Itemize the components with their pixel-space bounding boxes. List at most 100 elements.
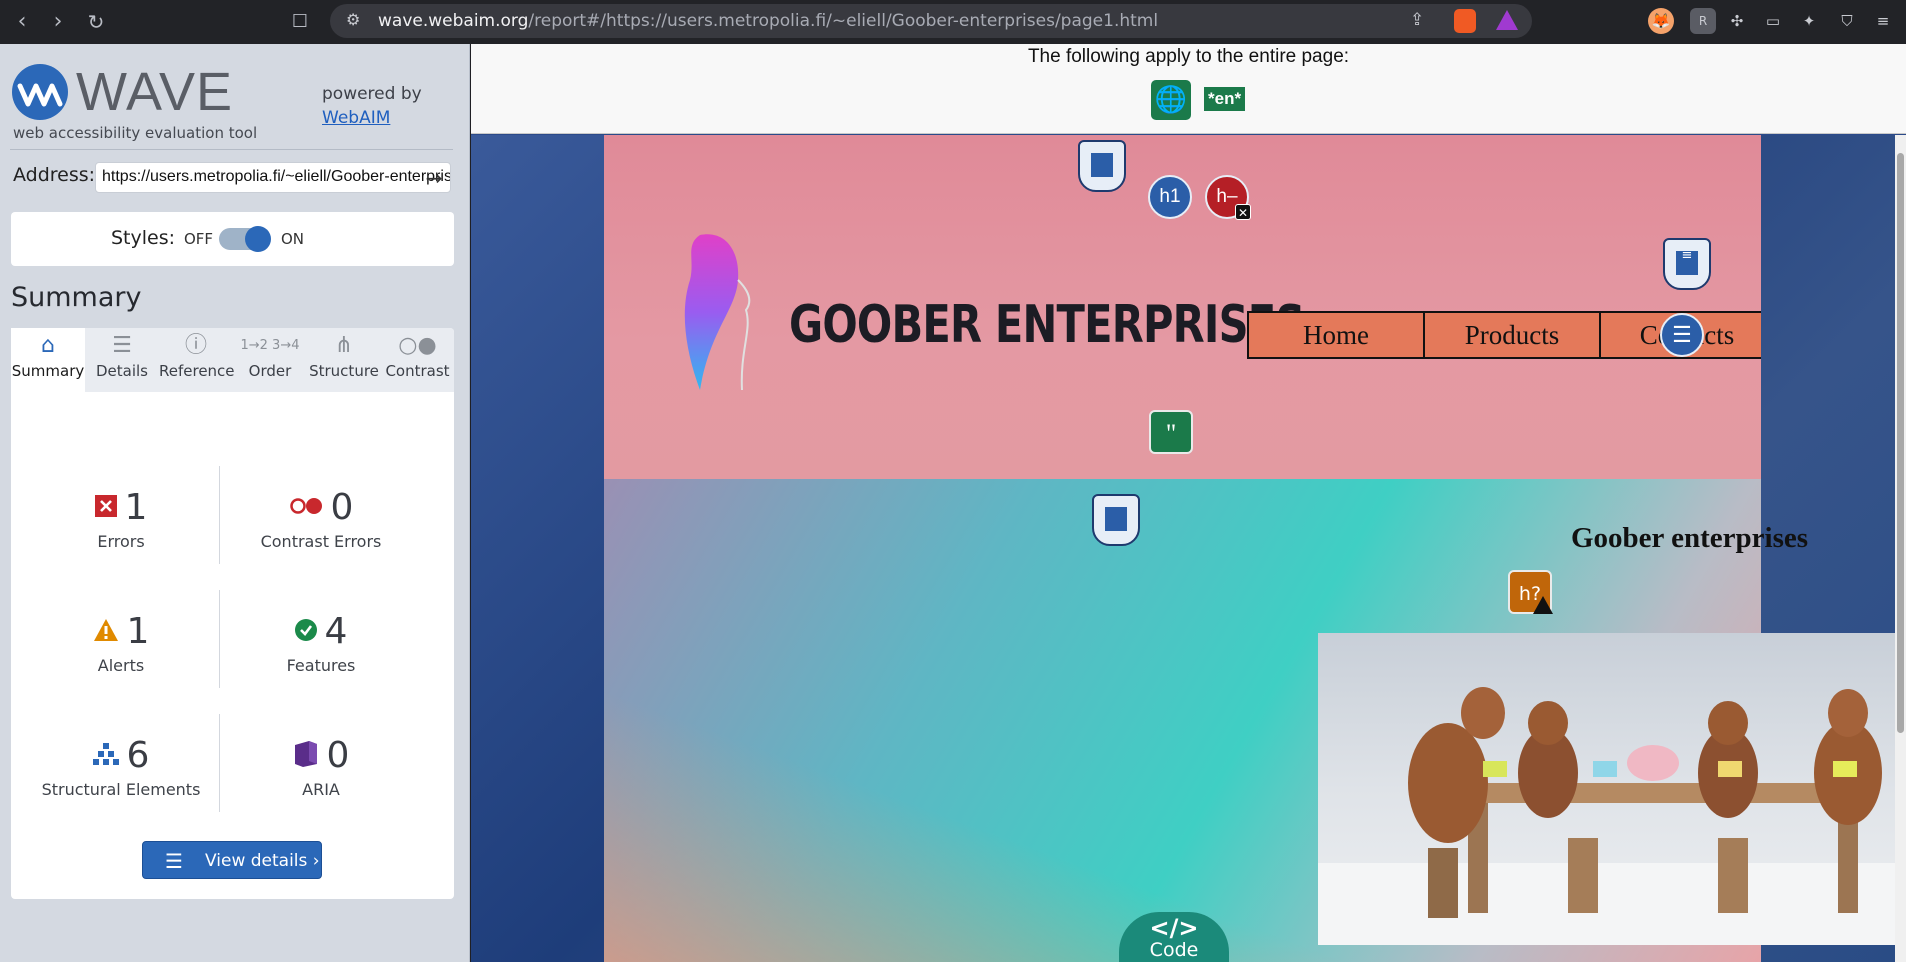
tab-label: Contrast xyxy=(385,362,450,380)
structural-label: Structural Elements xyxy=(41,780,201,799)
list-icon: ☰ xyxy=(165,849,183,873)
page-notice-text: The following apply to the entire page: xyxy=(1027,46,1350,67)
stat-features: 4 Features xyxy=(221,610,421,675)
nav-products[interactable]: Products xyxy=(1425,313,1601,357)
browser-toolbar: ‹ › ↻ ☐ ⚙ wave.webaim.org/report#/https:… xyxy=(0,0,1906,44)
features-count: 4 xyxy=(324,611,348,652)
code-glyph-icon: </> xyxy=(1149,914,1199,942)
extensions-puzzle-icon[interactable]: ✣ xyxy=(1724,8,1750,34)
alerts-label: Alerts xyxy=(97,656,145,675)
page-heading: Goober enterprises xyxy=(1571,522,1809,554)
tab-order[interactable]: 1→2 3→4 Order xyxy=(233,328,307,392)
site-logo-image xyxy=(684,234,751,391)
error-icon xyxy=(94,495,117,521)
menu-icon[interactable]: ≡ xyxy=(1870,8,1896,34)
tab-label: Details xyxy=(95,362,148,380)
tab-summary[interactable]: ⌂ Summary xyxy=(11,328,85,392)
metamask-extension-icon[interactable]: 🦊 xyxy=(1648,8,1674,34)
powered-by-label: powered by xyxy=(322,84,422,104)
structural-count: 6 xyxy=(126,735,150,776)
styles-toggle[interactable] xyxy=(219,226,271,252)
share-icon[interactable]: ⇪ xyxy=(1410,10,1424,30)
alt-text-feature-icon[interactable]: " xyxy=(1149,410,1193,454)
tab-structure[interactable]: ⋔ Structure xyxy=(307,328,381,392)
navigation-region-icon[interactable]: ≡ xyxy=(1663,238,1711,290)
aria-icon xyxy=(293,740,319,772)
order-icon: 1→2 3→4 xyxy=(240,338,300,353)
error-x-icon: ✕ xyxy=(1235,204,1251,220)
aria-count: 0 xyxy=(326,735,350,776)
bookmark-icon[interactable]: ☐ xyxy=(286,8,314,36)
vertical-scrollbar[interactable] xyxy=(1895,135,1906,962)
webaim-link[interactable]: WebAIM xyxy=(322,106,422,130)
address-input[interactable]: https://users.metropolia.fi/~eliell/Goob… xyxy=(95,162,451,193)
main-region-icon[interactable] xyxy=(1092,494,1140,546)
language-globe-icon[interactable]: 🌐 xyxy=(1151,80,1191,120)
forward-icon[interactable]: › xyxy=(44,8,72,36)
empty-heading-label: h– xyxy=(1216,186,1238,207)
url-text[interactable]: wave.webaim.org/report#/https://users.me… xyxy=(378,11,1158,31)
address-go-arrow-icon[interactable]: → xyxy=(420,164,448,192)
view-details-label: View details › xyxy=(205,851,320,871)
info-icon: ⓘ xyxy=(184,333,207,358)
wave-logo-text: WAVE xyxy=(76,62,234,122)
stat-alerts: 1 Alerts xyxy=(21,610,221,675)
tab-details[interactable]: ☰ Details xyxy=(85,328,159,392)
errors-count: 1 xyxy=(124,487,148,528)
wave-logo-icon xyxy=(12,64,68,120)
features-label: Features xyxy=(286,656,356,675)
address-label: Address: xyxy=(13,164,96,186)
aria-label: ARIA xyxy=(302,780,340,799)
tab-label: Reference xyxy=(159,362,235,380)
tab-contrast[interactable]: ○● Contrast xyxy=(381,328,454,392)
alerts-count: 1 xyxy=(126,611,150,652)
wave-logo-subtitle: web accessibility evaluation tool xyxy=(13,124,258,142)
scrollbar-thumb[interactable] xyxy=(1897,153,1904,733)
powered-by: powered by WebAIM xyxy=(322,82,422,130)
unordered-list-icon[interactable]: ☰ xyxy=(1660,313,1704,357)
contrast-errors-count: 0 xyxy=(330,487,354,528)
stat-errors: 1 Errors xyxy=(21,486,221,551)
page-level-notices: The following apply to the entire page: … xyxy=(471,44,1906,134)
tab-label: Order xyxy=(248,362,292,380)
structure-icon xyxy=(92,743,119,769)
view-details-button[interactable]: ☰ View details › xyxy=(142,841,322,879)
wallet-icon[interactable]: ▭ xyxy=(1760,8,1786,34)
nav-home[interactable]: Home xyxy=(1249,313,1425,357)
home-icon: ⌂ xyxy=(41,333,55,358)
squirrel-tea-party-image xyxy=(1318,633,1906,945)
alert-warning-icon xyxy=(1533,596,1553,614)
wave-sidebar: WAVE web accessibility evaluation tool p… xyxy=(0,44,470,962)
header-region-icon[interactable] xyxy=(1078,140,1126,192)
address-bar[interactable]: ⚙ wave.webaim.org/report#/https://users.… xyxy=(330,4,1532,38)
extension-icon[interactable]: R xyxy=(1690,8,1716,34)
site-title: GOOBER ENTERPRISES xyxy=(789,295,1305,355)
summary-title: Summary xyxy=(11,282,142,313)
list-icon: ☰ xyxy=(112,333,132,358)
reload-icon[interactable]: ↻ xyxy=(82,8,110,36)
heading-h1-icon[interactable]: h1 xyxy=(1148,175,1192,219)
brave-rewards-icon[interactable] xyxy=(1496,10,1518,30)
stat-aria: 0 ARIA xyxy=(221,734,421,799)
styles-off-label: OFF xyxy=(184,230,214,248)
brave-shield-icon[interactable] xyxy=(1454,9,1476,33)
code-label: Code xyxy=(1149,939,1199,961)
vpn-shield-icon[interactable]: ⛉ xyxy=(1834,8,1860,34)
errors-label: Errors xyxy=(97,532,145,551)
contrast-icon: ○● xyxy=(398,333,437,358)
code-toggle-button[interactable]: </> Code xyxy=(1119,912,1229,962)
language-code-badge[interactable]: *en* xyxy=(1204,87,1246,111)
divider xyxy=(10,149,453,150)
summary-panel: ⌂ Summary ☰ Details ⓘ Reference 1→2 3→4 … xyxy=(11,328,454,899)
leo-ai-icon[interactable]: ✦ xyxy=(1796,8,1822,34)
alert-icon xyxy=(93,618,119,646)
report-viewport: The following apply to the entire page: … xyxy=(471,44,1906,962)
contrast-errors-label: Contrast Errors xyxy=(260,532,382,551)
tab-label: Summary xyxy=(11,362,85,380)
tab-label: Structure xyxy=(309,362,379,380)
panel-tabs: ⌂ Summary ☰ Details ⓘ Reference 1→2 3→4 … xyxy=(11,328,454,392)
back-icon[interactable]: ‹ xyxy=(8,8,36,36)
contrast-error-icon xyxy=(289,497,323,519)
tab-reference[interactable]: ⓘ Reference xyxy=(159,328,235,392)
site-settings-icon[interactable]: ⚙ xyxy=(346,10,360,29)
